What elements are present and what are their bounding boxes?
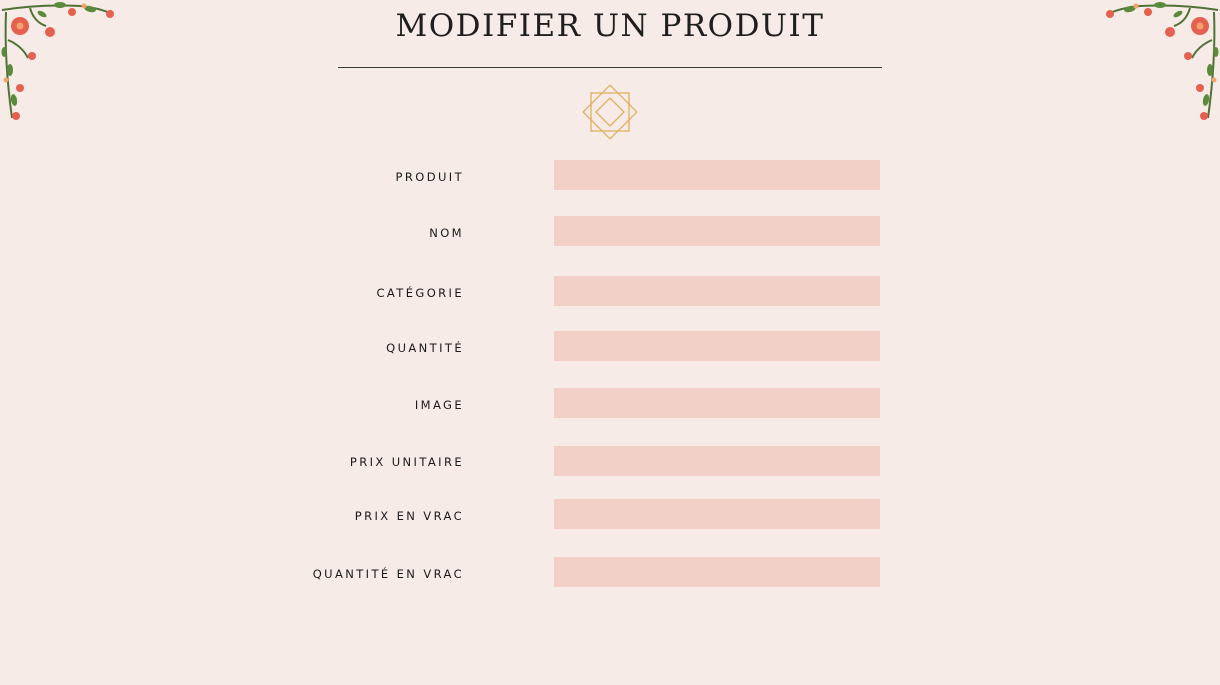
image-input[interactable] (554, 388, 880, 418)
field-label-categorie: CATÉGORIE (376, 286, 464, 300)
quantite-en-vrac-input[interactable] (554, 557, 880, 587)
field-label-produit: PRODUIT (395, 170, 464, 184)
title-divider (338, 67, 882, 68)
prix-en-vrac-input[interactable] (554, 499, 880, 529)
field-label-nom: NOM (429, 226, 464, 240)
field-label-image: IMAGE (414, 398, 464, 412)
categorie-input[interactable] (554, 276, 880, 306)
produit-input[interactable] (554, 160, 880, 190)
field-label-prix-unitaire: PRIX UNITAIRE (349, 455, 464, 469)
quantite-input[interactable] (554, 331, 880, 361)
field-label-quantite-en-vrac: QUANTITÉ EN VRAC (312, 567, 464, 581)
page-title: MODIFIER UN PRODUIT (395, 8, 825, 44)
field-label-prix-en-vrac: PRIX EN VRAC (354, 509, 464, 523)
nom-input[interactable] (554, 216, 880, 246)
star-octagon-ornament-icon (582, 84, 638, 140)
prix-unitaire-input[interactable] (554, 446, 880, 476)
field-label-quantite: QUANTITÉ (386, 341, 464, 355)
